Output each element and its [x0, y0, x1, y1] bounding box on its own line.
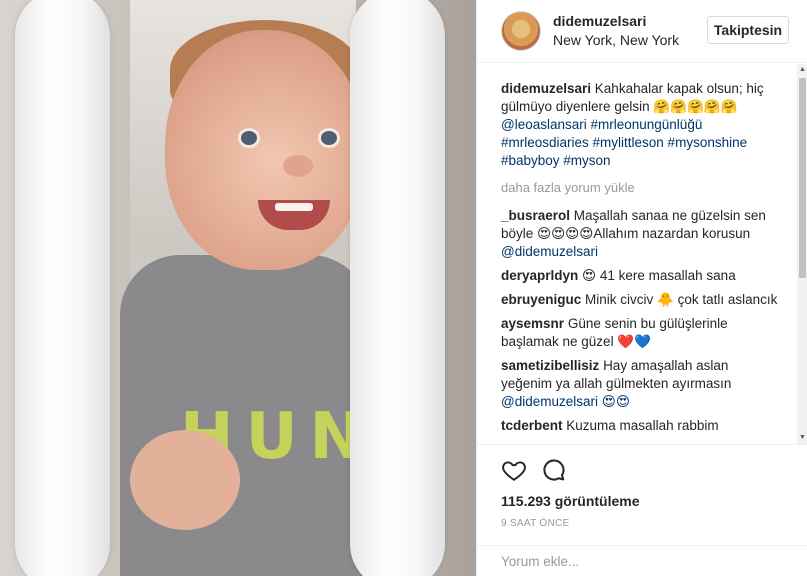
comment-mention[interactable]: @didemuzelsari 😍😍 [501, 394, 630, 409]
heart-icon[interactable] [501, 457, 529, 485]
comment-username[interactable]: deryaprldyn [501, 268, 578, 283]
post-location[interactable]: New York, New York [553, 32, 679, 48]
post-username[interactable]: didemuzelsari [553, 13, 646, 29]
photo-baby-hand [130, 430, 240, 530]
crib-bar-left [15, 0, 110, 576]
comment-username[interactable]: ebruyeniguc [501, 292, 581, 307]
photo-baby-face [165, 30, 365, 270]
comment-item: ebruyeniguc Minik civciv 🐥 çok tatlı asl… [501, 291, 781, 309]
following-button[interactable]: Takiptesin [707, 16, 789, 44]
post-actions: 115.293 görüntüleme 9 SAAT ÖNCE [477, 444, 807, 576]
comment-item: aysemsnr Güne senin bu gülüşlerinle başl… [501, 315, 781, 351]
post-side-panel: didemuzelsari New York, New York Takipte… [476, 0, 807, 576]
comment-item: _busraerol Maşallah sanaa ne güzelsin se… [501, 207, 781, 261]
scroll-up-arrow-icon[interactable]: ▲ [797, 64, 807, 76]
photo-baby-right-eye [318, 128, 340, 148]
comment-text: 😍 41 kere masallah sana [582, 268, 736, 283]
view-count[interactable]: 115.293 görüntüleme [501, 493, 640, 509]
comment-username[interactable]: sametizibellisiz [501, 358, 599, 373]
avatar[interactable] [501, 11, 541, 51]
caption-hashtags[interactable]: @leoaslansari #mrleonungünlüğü #mrleosdi… [501, 117, 747, 168]
crib-bar-right [350, 0, 445, 576]
comment-username[interactable]: _busraerol [501, 208, 570, 223]
photo-baby-teeth [275, 203, 313, 211]
post-timestamp[interactable]: 9 SAAT ÖNCE [501, 518, 570, 529]
comments-scrollbar[interactable]: ▲ ▼ [797, 64, 807, 444]
caption: didemuzelsari Kahkahalar kapak olsun; hi… [501, 80, 781, 170]
add-comment-bar [477, 545, 807, 576]
photo-baby-left-eye [238, 128, 260, 148]
comment-item: tcderbent Kuzuma masallah rabbim [501, 417, 781, 435]
comment-text: Kuzuma masallah rabbim [566, 418, 719, 433]
post-photo[interactable]: HUNK [0, 0, 476, 576]
scroll-down-arrow-icon[interactable]: ▼ [797, 432, 807, 444]
comment-mention[interactable]: @didemuzelsari [501, 244, 598, 259]
comment-text: Minik civciv 🐥 çok tatlı aslancık [585, 292, 778, 307]
comment-username[interactable]: tcderbent [501, 418, 563, 433]
comment-username[interactable]: aysemsnr [501, 316, 564, 331]
speech-bubble-icon[interactable] [541, 457, 569, 485]
comment-item: deryaprldyn 😍 41 kere masallah sana [501, 267, 781, 285]
comment-item: sametizibellisiz Hay amaşallah aslan yeğ… [501, 357, 781, 411]
load-more-comments-link[interactable]: daha fazla yorum yükle [501, 180, 797, 195]
post-header: didemuzelsari New York, New York Takipte… [477, 0, 807, 63]
comment-input[interactable] [501, 554, 781, 569]
comments-list[interactable]: didemuzelsari Kahkahalar kapak olsun; hi… [477, 64, 797, 444]
caption-username[interactable]: didemuzelsari [501, 81, 591, 96]
scrollbar-thumb[interactable] [799, 78, 806, 278]
photo-baby-nose [283, 155, 313, 177]
